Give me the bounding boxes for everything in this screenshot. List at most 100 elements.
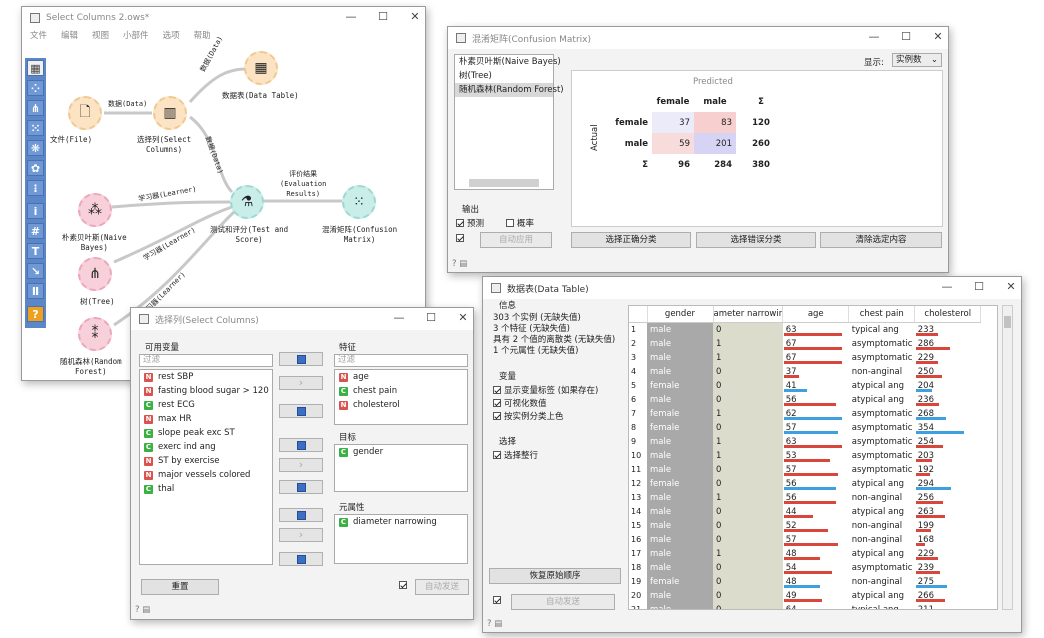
confusion-matrix-node[interactable]: ⁙	[342, 185, 376, 219]
diameter-cell[interactable]: 0	[713, 504, 783, 519]
row-index[interactable]: 15	[629, 519, 647, 533]
diameter-cell[interactable]: 0	[713, 462, 783, 477]
diameter-cell[interactable]: 0	[713, 364, 783, 379]
chest-pain-cell[interactable]: non-anginal	[849, 365, 915, 379]
age-cell[interactable]: 48	[783, 575, 849, 589]
cholesterol-cell[interactable]: 268	[915, 407, 981, 421]
learner-item[interactable]: 朴素贝叶斯(Naive Bayes)	[455, 55, 561, 69]
variable-item[interactable]: Cexerc ind ang	[140, 440, 272, 454]
table-row[interactable]: 12 female 0 56 atypical ang 294	[629, 476, 981, 491]
cholesterol-cell[interactable]: 256	[915, 491, 981, 505]
auto-send-button[interactable]: 自动发送	[415, 579, 469, 595]
cholesterol-cell[interactable]: 211	[915, 603, 981, 610]
available-vars-list[interactable]: Nrest SBP Nfasting blood sugar > 120 Crest…	[139, 369, 273, 565]
diameter-cell[interactable]: 0	[713, 588, 783, 603]
row-index[interactable]: 9	[629, 435, 647, 449]
chest-pain-cell[interactable]: asymptomatic	[849, 407, 915, 421]
gender-cell[interactable]: male	[647, 532, 713, 547]
table-row[interactable]: 19 female 0 48 non-anginal 275	[629, 574, 981, 589]
age-cell[interactable]: 56	[783, 393, 849, 407]
col-header-chest-pain[interactable]: chest pain	[848, 306, 916, 323]
age-cell[interactable]: 56	[783, 477, 849, 491]
auto-send-button[interactable]: 自动发送	[511, 594, 615, 610]
gender-cell[interactable]: male	[647, 322, 713, 337]
chest-pain-cell[interactable]: asymptomatic	[849, 351, 915, 365]
table-row[interactable]: 18 male 0 54 asymptomatic 239	[629, 560, 981, 575]
variable-item[interactable]: Cdiameter narrowing	[335, 515, 467, 529]
age-cell[interactable]: 41	[783, 379, 849, 393]
select-correct-button[interactable]: 选择正确分类	[571, 232, 691, 248]
help-icon[interactable]: ? ▤	[487, 619, 502, 629]
gender-cell[interactable]: female	[647, 378, 713, 393]
variable-item[interactable]: Nmax HR	[140, 412, 272, 426]
help-icon[interactable]: ? ▤	[135, 605, 150, 615]
learner-item[interactable]: 树(Tree)	[455, 69, 553, 83]
diameter-cell[interactable]: 1	[713, 448, 783, 463]
chest-pain-cell[interactable]: asymptomatic	[849, 337, 915, 351]
age-cell[interactable]: 57	[783, 533, 849, 547]
gender-cell[interactable]: male	[647, 546, 713, 561]
close-icon[interactable]: ✕	[932, 31, 944, 43]
cholesterol-cell[interactable]: 233	[915, 322, 981, 337]
row-index[interactable]: 11	[629, 463, 647, 477]
cholesterol-cell[interactable]: 229	[915, 547, 981, 561]
variable-item[interactable]: Cchest pain	[335, 384, 467, 398]
diameter-cell[interactable]: 0	[713, 378, 783, 393]
cell-female-male[interactable]: 83	[694, 112, 736, 133]
move-to-target-button[interactable]	[279, 438, 323, 452]
gender-cell[interactable]: female	[647, 420, 713, 435]
chest-pain-cell[interactable]: asymptomatic	[849, 421, 915, 435]
age-cell[interactable]: 57	[783, 463, 849, 477]
age-cell[interactable]: 64	[783, 603, 849, 610]
table-row[interactable]: 15 male 0 52 non-anginal 199	[629, 518, 981, 533]
table-row[interactable]: 4 male 0 37 non-anginal 250	[629, 364, 981, 379]
learner-item-selected[interactable]: 随机森林(Random Forest)	[455, 83, 564, 97]
minimize-icon[interactable]: —	[941, 281, 953, 293]
table-row[interactable]: 11 male 0 57 asymptomatic 192	[629, 462, 981, 477]
gender-cell[interactable]: male	[647, 560, 713, 575]
select-wrong-button[interactable]: 选择错误分类	[696, 232, 816, 248]
probabilities-check[interactable]: 概率	[506, 217, 534, 229]
gender-cell[interactable]: male	[647, 462, 713, 477]
random-forest-node[interactable]: ⁑	[78, 317, 112, 351]
scrollbar-thumb[interactable]	[1004, 316, 1011, 328]
table-row[interactable]: 5 female 0 41 atypical ang 204	[629, 378, 981, 393]
table-row[interactable]: 3 male 1 67 asymptomatic 229	[629, 350, 981, 365]
close-icon[interactable]: ✕	[457, 312, 469, 324]
maximize-icon[interactable]: ☐	[900, 31, 912, 43]
diameter-cell[interactable]: 0	[713, 476, 783, 491]
table-row[interactable]: 9 male 1 63 asymptomatic 254	[629, 434, 981, 449]
row-index[interactable]: 10	[629, 449, 647, 463]
move-disabled-button[interactable]	[279, 376, 323, 390]
move-to-meta-button[interactable]	[279, 508, 323, 522]
minimize-icon[interactable]: —	[868, 31, 880, 43]
auto-send-check[interactable]	[493, 596, 504, 606]
move-down-button[interactable]	[279, 404, 323, 418]
features-filter-input[interactable]: 过滤	[334, 354, 468, 367]
chest-pain-cell[interactable]: non-anginal	[849, 533, 915, 547]
chest-pain-cell[interactable]: atypical ang	[849, 393, 915, 407]
close-icon[interactable]: ✕	[1005, 281, 1017, 293]
learner-list[interactable]: 朴素贝叶斯(Naive Bayes) 树(Tree) 随机森林(Random F…	[454, 54, 564, 190]
meta-disabled-button[interactable]	[279, 528, 323, 542]
meta-list[interactable]: Cdiameter narrowing	[334, 514, 468, 564]
diameter-cell[interactable]: 1	[713, 350, 783, 365]
row-index[interactable]: 4	[629, 365, 647, 379]
cell-male-female[interactable]: 59	[652, 133, 694, 154]
restore-order-button[interactable]: 恢复原始顺序	[489, 568, 621, 584]
chest-pain-cell[interactable]: atypical ang	[849, 379, 915, 393]
cholesterol-cell[interactable]: 275	[915, 575, 981, 589]
cholesterol-cell[interactable]: 250	[915, 365, 981, 379]
cholesterol-cell[interactable]: 286	[915, 337, 981, 351]
auto-apply-button[interactable]: 自动应用	[480, 232, 552, 248]
chest-pain-cell[interactable]: atypical ang	[849, 477, 915, 491]
col-header-diameter[interactable]: ameter narrowir	[713, 306, 784, 323]
gender-cell[interactable]: male	[647, 364, 713, 379]
show-labels-check[interactable]: 显示变量标签 (如果存在)	[493, 384, 598, 396]
help-icon[interactable]: ? ▤	[452, 259, 467, 269]
maximize-icon[interactable]: ☐	[973, 281, 985, 293]
row-index[interactable]: 19	[629, 575, 647, 589]
cell-female-female[interactable]: 37	[652, 112, 694, 133]
features-list[interactable]: Nage Cchest pain Ncholesterol	[334, 369, 468, 425]
row-index[interactable]: 20	[629, 589, 647, 603]
